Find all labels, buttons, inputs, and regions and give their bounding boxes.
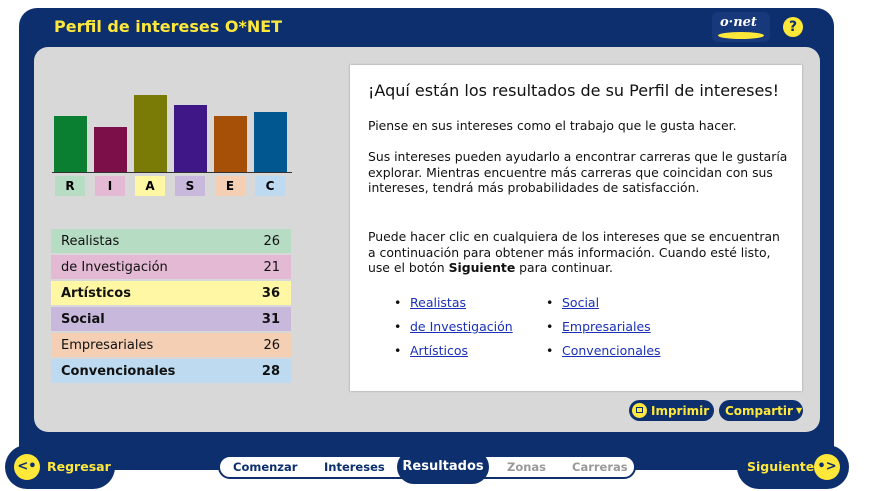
chart-tick-e: E xyxy=(215,176,245,196)
results-content: ¡Aquí están los resultados de su Perfil … xyxy=(350,65,802,391)
chart-bar-s xyxy=(174,105,207,172)
share-label: Compartir xyxy=(725,403,793,418)
back-button[interactable]: <• Regresar xyxy=(5,445,115,489)
onet-logo: o·net xyxy=(712,12,770,42)
link-investigative[interactable]: de Investigación xyxy=(394,319,513,334)
riasec-bar-chart: RIASEC xyxy=(52,84,292,198)
step-intereses[interactable]: Intereses xyxy=(324,460,385,474)
chart-tick-c: C xyxy=(255,176,285,196)
help-icon[interactable]: ? xyxy=(783,17,803,37)
step-resultados-active[interactable]: Resultados xyxy=(397,450,489,484)
score-value: 28 xyxy=(261,363,280,379)
step-zonas: Zonas xyxy=(507,460,547,474)
chart-bar-a xyxy=(134,95,167,172)
printer-icon xyxy=(632,403,647,418)
next-label: Siguiente xyxy=(747,459,815,474)
chart-tick-s: S xyxy=(175,176,205,196)
print-label: Imprimir xyxy=(651,403,710,418)
chart-bar-i xyxy=(94,127,127,172)
score-row[interactable]: Convencionales 28 xyxy=(51,359,291,383)
link-realistic[interactable]: Realistas xyxy=(394,295,466,310)
link-conventional[interactable]: Convencionales xyxy=(546,343,660,358)
score-label: Social xyxy=(61,311,105,327)
chart-tick-a: A xyxy=(135,176,165,196)
results-heading: ¡Aquí están los resultados de su Perfil … xyxy=(368,81,780,100)
back-arrow-icon: <• xyxy=(14,454,40,480)
score-value: 26 xyxy=(263,233,280,249)
app-title: Perfil de intereses O*NET xyxy=(54,17,283,36)
instructions-text-c: para continuar. xyxy=(515,260,613,276)
score-label: de Investigación xyxy=(61,259,168,275)
explain-paragraph: Sus intereses pueden ayudarlo a encontra… xyxy=(368,149,788,196)
step-carreras: Carreras xyxy=(572,460,628,474)
back-label: Regresar xyxy=(47,459,111,474)
chart-tick-r: R xyxy=(55,176,85,196)
share-button[interactable]: Compartir ▼ xyxy=(719,400,803,421)
score-label: Artísticos xyxy=(61,285,131,301)
chart-baseline xyxy=(52,172,292,173)
next-arrow-icon: •> xyxy=(814,454,840,480)
score-label: Convencionales xyxy=(61,363,176,379)
caret-down-icon: ▼ xyxy=(795,406,803,415)
logo-swoosh xyxy=(718,32,764,39)
next-button[interactable]: Siguiente •> xyxy=(737,445,849,489)
score-value: 36 xyxy=(261,285,280,301)
instructions-paragraph: Puede hacer clic en cualquiera de los in… xyxy=(368,229,788,276)
score-row[interactable]: Realistas 26 xyxy=(51,229,291,253)
score-label: Realistas xyxy=(61,233,120,249)
intro-paragraph: Piense en sus intereses como el trabajo … xyxy=(368,118,737,133)
step-comenzar[interactable]: Comenzar xyxy=(233,460,297,474)
print-button[interactable]: Imprimir xyxy=(629,400,714,421)
score-value: 21 xyxy=(263,259,280,275)
score-row[interactable]: de Investigación 21 xyxy=(51,255,291,279)
score-value: 31 xyxy=(261,311,280,327)
score-value: 26 xyxy=(263,337,280,353)
link-artistic[interactable]: Artísticos xyxy=(394,343,468,358)
chart-bar-e xyxy=(214,116,247,172)
link-social[interactable]: Social xyxy=(546,295,599,310)
score-row[interactable]: Empresariales 26 xyxy=(51,333,291,357)
chart-bar-r xyxy=(54,116,87,172)
link-enterprising[interactable]: Empresariales xyxy=(546,319,651,334)
score-label: Empresariales xyxy=(61,337,154,353)
instructions-next-word: Siguiente xyxy=(448,260,516,276)
logo-text: o·net xyxy=(720,15,757,30)
chart-tick-i: I xyxy=(95,176,125,196)
score-row[interactable]: Social 31 xyxy=(51,307,291,331)
score-list: Realistas 26 de Investigación 21 Artísticos 3… xyxy=(51,229,291,385)
score-row[interactable]: Artísticos 36 xyxy=(51,281,291,305)
chart-bar-c xyxy=(254,112,287,172)
